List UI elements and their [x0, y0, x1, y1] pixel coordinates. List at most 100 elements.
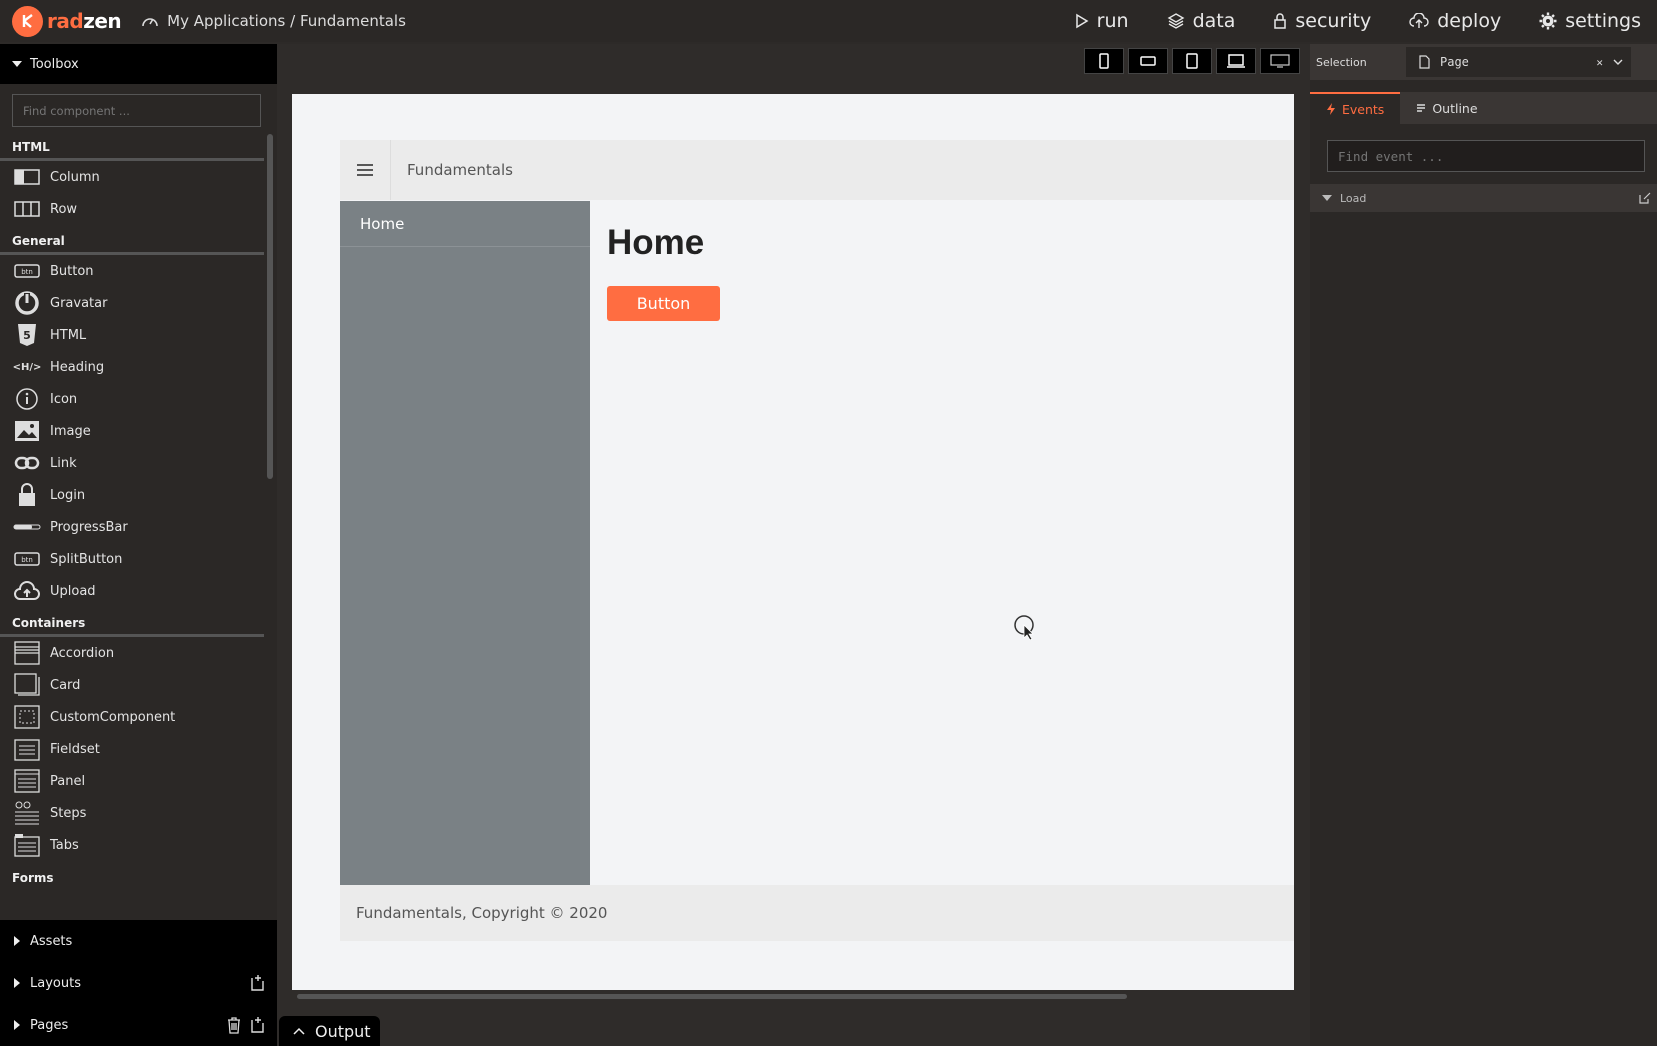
- column-icon: [12, 166, 42, 188]
- section-assets[interactable]: Assets: [0, 920, 277, 962]
- device-desktop[interactable]: [1260, 48, 1300, 74]
- page-preview[interactable]: Fundamentals Home Home Button Fundamenta…: [292, 94, 1294, 990]
- nav-run[interactable]: run: [1075, 10, 1129, 32]
- collapse-icon: [12, 61, 22, 67]
- category-forms: Forms: [12, 871, 54, 885]
- component-html[interactable]: 5 HTML: [0, 319, 264, 351]
- component-progressbar[interactable]: ProgressBar: [0, 511, 264, 543]
- category-containers: Containers: [0, 611, 264, 637]
- html5-icon: 5: [12, 324, 42, 346]
- component-column[interactable]: Column: [0, 161, 264, 193]
- card-icon: [12, 673, 42, 696]
- panel-icon: [12, 769, 42, 793]
- component-heading[interactable]: <H/> Heading: [0, 351, 264, 383]
- component-upload[interactable]: Upload: [0, 575, 264, 607]
- power-icon: [12, 291, 42, 315]
- component-image[interactable]: Image: [0, 415, 264, 447]
- info-icon: [12, 388, 42, 410]
- nav-data[interactable]: data: [1167, 10, 1235, 32]
- phone-icon: [1099, 53, 1109, 69]
- output-toggle[interactable]: Output: [279, 1016, 380, 1046]
- toolbox-scrollbar[interactable]: [267, 134, 273, 479]
- section-layouts[interactable]: Layouts: [0, 962, 277, 1004]
- nav-deploy[interactable]: deploy: [1409, 10, 1501, 32]
- selection-dropdown[interactable]: Page ✕: [1406, 47, 1631, 77]
- component-panel[interactable]: Panel: [0, 765, 264, 797]
- outline-icon: [1417, 104, 1426, 112]
- logo-text: radzen: [47, 9, 122, 33]
- app-header[interactable]: Fundamentals: [340, 140, 1294, 200]
- device-laptop[interactable]: [1216, 48, 1256, 74]
- steps-icon: [12, 801, 42, 825]
- component-gravatar[interactable]: Gravatar: [0, 287, 264, 319]
- chevron-down-icon[interactable]: [1613, 59, 1623, 66]
- component-card[interactable]: Card: [0, 669, 264, 701]
- customcomponent-icon: [12, 705, 42, 729]
- event-load[interactable]: Load: [1310, 184, 1657, 212]
- app-body[interactable]: Home Button: [590, 201, 1294, 885]
- device-tablet[interactable]: [1172, 48, 1212, 74]
- component-steps[interactable]: Steps: [0, 797, 264, 829]
- component-link[interactable]: Link: [0, 447, 264, 479]
- laptop-icon: [1227, 54, 1245, 68]
- component-customcomponent[interactable]: CustomComponent: [0, 701, 264, 733]
- demo-button[interactable]: Button: [607, 286, 720, 321]
- button-icon: btn: [12, 260, 42, 282]
- image-icon: [12, 420, 42, 442]
- svg-text:btn: btn: [21, 556, 33, 564]
- link-icon: [12, 452, 42, 474]
- sidebar-item-home[interactable]: Home: [340, 201, 590, 247]
- component-splitbutton[interactable]: btn SplitButton: [0, 543, 264, 575]
- component-row[interactable]: Row: [0, 193, 264, 225]
- top-bar: radzen My Applications / Fundamentals ru…: [0, 0, 1657, 42]
- device-phone-portrait[interactable]: [1084, 48, 1124, 74]
- breadcrumb[interactable]: My Applications / Fundamentals: [141, 12, 406, 30]
- selection-label: Selection: [1316, 55, 1367, 69]
- lock-icon: [12, 483, 42, 506]
- app-sidebar[interactable]: Home: [340, 201, 590, 885]
- toolbox-header[interactable]: Toolbox: [0, 44, 277, 84]
- component-fieldset[interactable]: Fieldset: [0, 733, 264, 765]
- canvas-hscrollbar[interactable]: [297, 994, 1127, 999]
- tab-outline[interactable]: Outline: [1400, 92, 1493, 124]
- chevron-up-icon: [293, 1027, 305, 1035]
- section-pages[interactable]: Pages: [0, 1004, 277, 1046]
- hamburger-menu[interactable]: [340, 140, 391, 200]
- component-login[interactable]: Login: [0, 479, 264, 511]
- fieldset-icon: [12, 738, 42, 761]
- device-phone-landscape[interactable]: [1128, 48, 1168, 74]
- logo-icon: [12, 5, 43, 37]
- app-footer[interactable]: Fundamentals, Copyright © 2020: [340, 885, 1294, 941]
- event-search-input[interactable]: [1327, 140, 1645, 172]
- clear-icon[interactable]: ✕: [1596, 56, 1603, 69]
- svg-text:btn: btn: [21, 268, 33, 276]
- expand-icon: [14, 936, 20, 946]
- page-icon: [1419, 55, 1430, 69]
- gear-icon: [1539, 12, 1557, 30]
- component-accordion[interactable]: Accordion: [0, 637, 264, 669]
- toolbox-panel: Toolbox HTML Column Row General btnButto…: [0, 44, 277, 1046]
- expand-icon: [14, 1020, 20, 1030]
- component-tabs[interactable]: Tabs: [0, 829, 264, 861]
- new-page-icon[interactable]: [249, 1016, 265, 1034]
- category-html: HTML: [0, 135, 264, 161]
- component-button[interactable]: btn Button: [0, 255, 264, 287]
- nav-security[interactable]: security: [1273, 10, 1371, 32]
- tablet-icon: [1186, 53, 1198, 69]
- edit-icon[interactable]: [1639, 192, 1651, 204]
- app-title: Fundamentals: [407, 161, 513, 179]
- nav-settings[interactable]: settings: [1539, 10, 1641, 32]
- component-icon[interactable]: Icon: [0, 383, 264, 415]
- component-list: HTML Column Row General btn Button Gravat…: [0, 131, 264, 964]
- heading-icon: <H/>: [12, 361, 42, 373]
- tab-events[interactable]: Events: [1310, 92, 1401, 124]
- cloud-upload-icon: [12, 580, 42, 602]
- row-icon: [12, 198, 42, 220]
- properties-panel: Selection Page ✕ Events Outline Load: [1310, 44, 1657, 1046]
- radzen-logo[interactable]: radzen: [12, 0, 122, 42]
- progressbar-icon: [12, 516, 42, 538]
- page-heading[interactable]: Home: [607, 223, 704, 263]
- new-layout-icon[interactable]: [249, 974, 265, 992]
- trash-icon[interactable]: [227, 1016, 241, 1034]
- component-search-input[interactable]: [12, 94, 261, 127]
